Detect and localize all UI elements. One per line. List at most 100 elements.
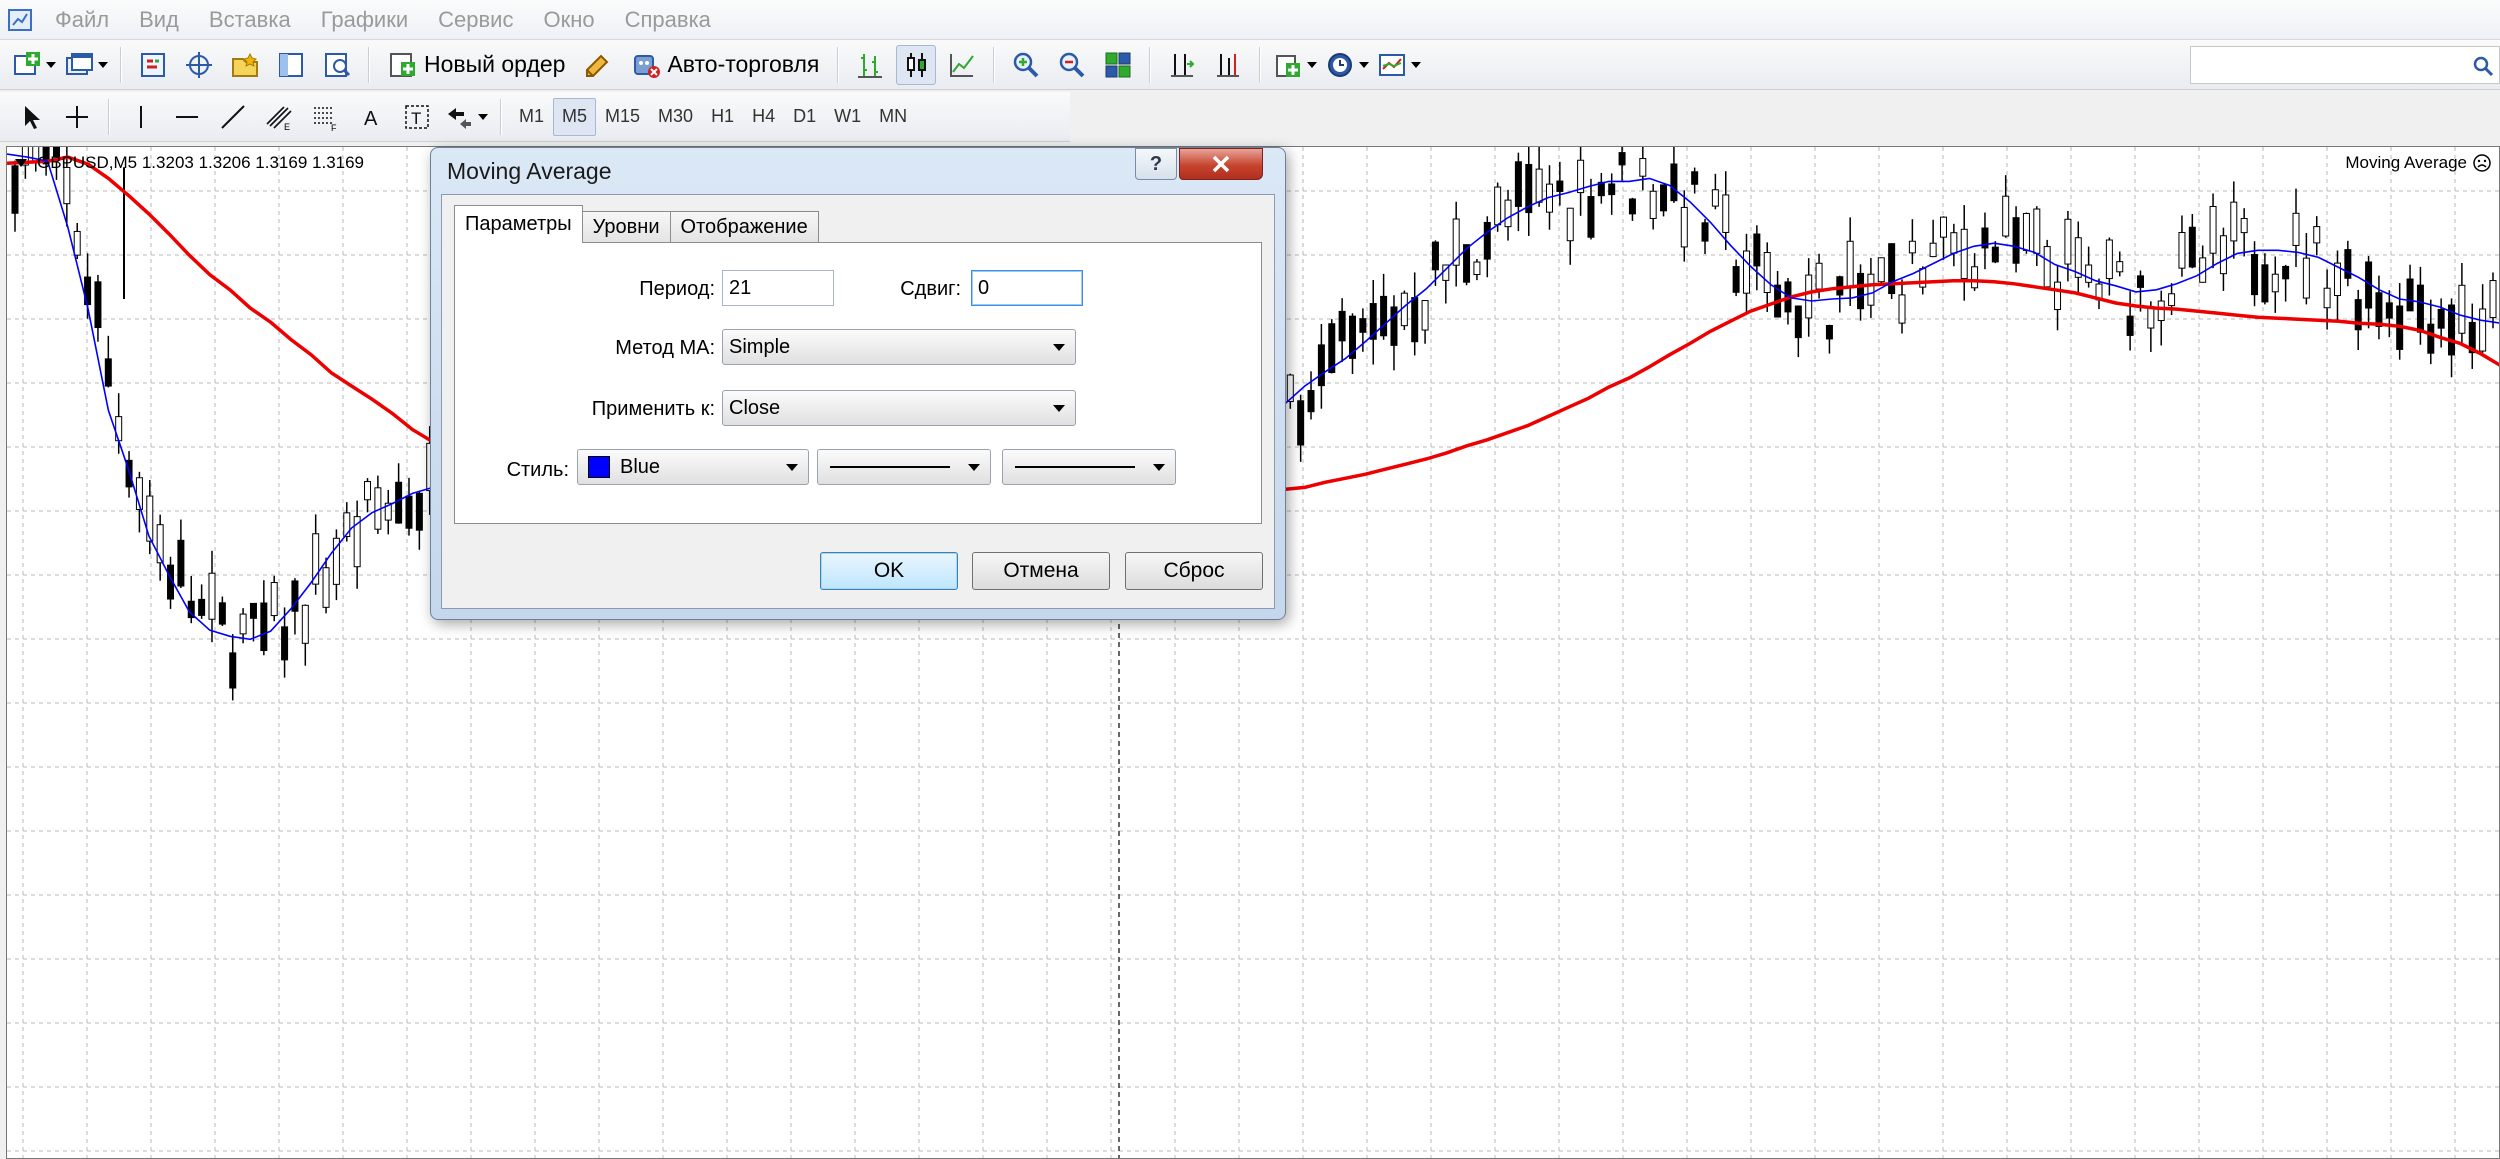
candle-body <box>2188 226 2196 268</box>
candle-body <box>1317 344 1325 387</box>
line-width-select[interactable] <box>1002 449 1176 485</box>
menu-file[interactable]: Файл <box>40 0 124 40</box>
chart-header: GBPUSD,M5 1.3203 1.3206 1.3169 1.3169 <box>15 153 364 173</box>
crosshair-button[interactable] <box>57 97 97 137</box>
candle-body <box>2354 299 2362 331</box>
data-window-button[interactable] <box>179 45 219 85</box>
chevron-down-icon <box>46 61 56 68</box>
app-icon[interactable] <box>0 0 40 40</box>
candle-body <box>1888 243 1896 295</box>
candle-body <box>2251 254 2259 296</box>
tab-visualization[interactable]: Отображение <box>669 211 819 243</box>
period-input[interactable]: 21 <box>722 270 834 306</box>
timeframe-m15[interactable]: M15 <box>596 98 649 136</box>
new-chart-button[interactable] <box>11 45 57 85</box>
cursor-button[interactable] <box>11 97 51 137</box>
shift-label: Сдвиг: <box>900 278 961 300</box>
chart-shift-button[interactable] <box>1208 45 1248 85</box>
svg-text:A: A <box>364 108 378 130</box>
timeframe-h1[interactable]: H1 <box>702 98 743 136</box>
candle-body <box>1380 295 1388 337</box>
chart-shift-icon <box>1217 53 1240 77</box>
candle-body <box>2479 308 2487 352</box>
candle-body <box>1701 222 1709 242</box>
market-watch-button[interactable] <box>133 45 173 85</box>
metaeditor-button[interactable] <box>578 45 618 85</box>
timeframe-m1[interactable]: M1 <box>510 98 553 136</box>
candle-body <box>2313 226 2321 244</box>
tab-levels[interactable]: Уровни <box>581 211 671 243</box>
close-button[interactable] <box>1179 148 1263 180</box>
line-style-select[interactable] <box>817 449 991 485</box>
zoom-in-icon <box>1014 52 1039 77</box>
toolbar-separator <box>120 46 122 83</box>
reset-button[interactable]: Сброс <box>1125 552 1263 590</box>
ma-method-select[interactable]: Simple <box>722 329 1076 365</box>
candle-body <box>2085 264 2093 283</box>
profiles-button[interactable] <box>63 45 109 85</box>
timeframe-d1[interactable]: D1 <box>784 98 825 136</box>
equidistant-channel-button[interactable]: E <box>259 97 299 137</box>
trendline-button[interactable] <box>213 97 253 137</box>
menu-insert[interactable]: Вставка <box>194 0 306 40</box>
bar-chart-button[interactable] <box>850 45 890 85</box>
menu-view[interactable]: Вид <box>124 0 194 40</box>
candle-body <box>1421 300 1429 331</box>
tile-windows-button[interactable] <box>1098 45 1138 85</box>
trendline-icon <box>221 104 245 129</box>
apply-to-select[interactable]: Close <box>722 390 1076 426</box>
vertical-line-button[interactable] <box>121 97 161 137</box>
candle-body <box>2385 302 2393 319</box>
horizontal-line-button[interactable] <box>167 97 207 137</box>
zoom-out-button[interactable] <box>1052 45 1092 85</box>
timeframe-m5[interactable]: M5 <box>553 97 597 136</box>
new-order-button[interactable]: Новый ордер <box>381 45 572 85</box>
timeframe-h4[interactable]: H4 <box>743 98 784 136</box>
fibonacci-button[interactable]: F <box>305 97 345 137</box>
periods-button[interactable] <box>1324 45 1370 85</box>
candle-body <box>2489 280 2497 319</box>
navigator-button[interactable] <box>225 45 265 85</box>
terminal-button[interactable] <box>271 45 311 85</box>
indicators-button[interactable] <box>1272 45 1318 85</box>
arrows-button[interactable] <box>443 97 489 137</box>
close-icon <box>1212 155 1230 173</box>
line-chart-button[interactable] <box>942 45 982 85</box>
candle-body <box>2022 212 2030 251</box>
timeframe-w1[interactable]: W1 <box>825 98 870 136</box>
menu-charts[interactable]: Графики <box>306 0 423 40</box>
auto-scroll-button[interactable] <box>1162 45 1202 85</box>
dialog-body: Параметры Уровни Отображение Период: 21 … <box>441 194 1275 609</box>
candle-body <box>1763 252 1771 294</box>
strategy-tester-button[interactable] <box>317 45 357 85</box>
templates-button[interactable] <box>1376 45 1422 85</box>
equidistant-channel-icon: E <box>266 105 292 132</box>
menu-help[interactable]: Справка <box>610 0 726 40</box>
timeframe-m30[interactable]: M30 <box>649 98 702 136</box>
auto-scroll-icon <box>1171 53 1195 77</box>
candlestick-button[interactable] <box>896 44 937 85</box>
text-label-button[interactable]: T <box>397 97 437 137</box>
autotrading-button[interactable]: Авто-торговля <box>624 45 826 85</box>
style-color-select[interactable]: Blue <box>577 449 809 485</box>
menu-tools[interactable]: Сервис <box>423 0 528 40</box>
candle-body <box>1825 325 1833 340</box>
text-button[interactable]: A <box>351 97 391 137</box>
zoom-in-button[interactable] <box>1006 45 1046 85</box>
menu-window[interactable]: Окно <box>528 0 609 40</box>
ok-button[interactable]: OK <box>820 552 958 590</box>
search-input[interactable] <box>2190 46 2500 84</box>
timeframe-mn[interactable]: MN <box>870 98 916 136</box>
candle-body <box>218 602 226 625</box>
standard-toolbar: Новый ордер Авто-торговля <box>0 40 2500 90</box>
dialog-tabs: Параметры Уровни Отображение <box>454 205 819 243</box>
tab-parameters[interactable]: Параметры <box>454 205 583 243</box>
line-chart-icon <box>950 53 975 77</box>
search-icon <box>2473 56 2494 77</box>
cancel-button[interactable]: Отмена <box>972 552 1110 590</box>
autotrading-label: Авто-торговля <box>667 51 820 77</box>
shift-input[interactable]: 0 <box>971 270 1083 306</box>
candle-body <box>1297 400 1305 446</box>
help-button[interactable]: ? <box>1135 148 1177 180</box>
chart-menu-triangle-icon[interactable] <box>15 159 27 167</box>
